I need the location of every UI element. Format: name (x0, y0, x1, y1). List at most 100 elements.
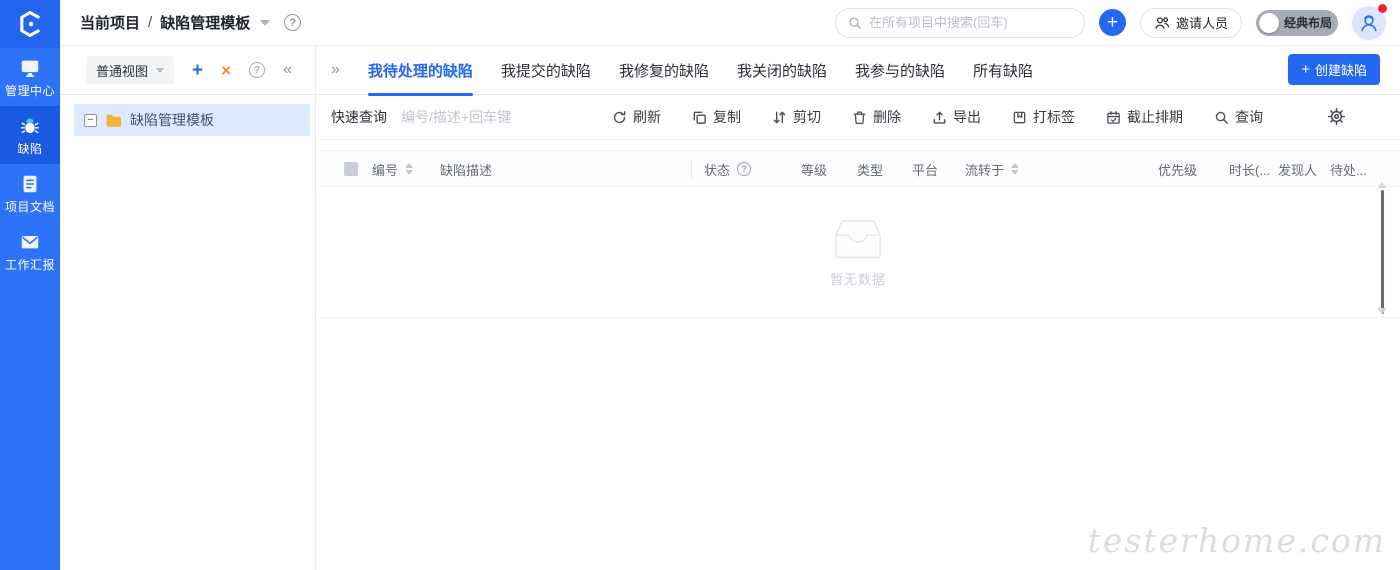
add-view-button[interactable]: + (192, 61, 203, 80)
document-icon (19, 173, 41, 195)
main-sidebar: 管理中心 缺陷 项目文档 工作汇报 (0, 0, 60, 570)
global-add-button[interactable]: + (1098, 9, 1126, 36)
column-header-assignee[interactable]: 待处... (1330, 151, 1367, 187)
select-all-checkbox[interactable] (344, 162, 358, 176)
tab-my-submitted-defects[interactable]: 我提交的缺陷 (501, 46, 591, 95)
column-header-status[interactable]: 状态 ? (704, 151, 752, 187)
global-search-input[interactable] (868, 15, 1072, 30)
panel-divider (315, 46, 316, 570)
tab-label: 我关闭的缺陷 (736, 62, 827, 80)
secondary-bar: 普通视图 + × ? « » 我待处理的缺陷 我提交的缺陷 我修复的缺陷 我关闭… (60, 46, 1400, 96)
mail-icon (19, 231, 41, 253)
classic-layout-toggle[interactable]: 经典布局 (1256, 9, 1338, 36)
tree-node-defect-template[interactable]: − 缺陷管理模板 (74, 104, 310, 136)
calendar-icon (1106, 110, 1121, 125)
monitor-icon (19, 57, 41, 79)
column-label: 缺陷描述 (440, 162, 493, 178)
sidebar-item-label: 管理中心 (4, 84, 55, 98)
column-header-id[interactable]: 编号 (372, 151, 414, 187)
scroll-down-arrow[interactable] (1377, 308, 1387, 314)
cut-icon (772, 110, 787, 125)
tab-all-defects[interactable]: 所有缺陷 (973, 46, 1033, 95)
expand-tabs-icon[interactable]: » (331, 62, 340, 78)
collapse-panel-icon[interactable]: « (283, 62, 292, 78)
app-logo[interactable] (0, 0, 60, 48)
top-header: 当前项目 / 缺陷管理模板 ? + 邀请人员 (60, 0, 1400, 46)
view-select[interactable]: 普通视图 (86, 56, 175, 84)
toggle-label: 经典布局 (1284, 16, 1333, 30)
search-icon (848, 16, 862, 30)
action-label: 截止排期 (1127, 109, 1183, 125)
empty-inbox-icon (832, 217, 884, 261)
watermark-text: testerhome.com (1087, 521, 1386, 560)
search-icon (1214, 110, 1229, 125)
refresh-button[interactable]: 刷新 (612, 107, 661, 127)
hexagon-c-logo-icon (16, 10, 44, 38)
sidebar-item-work-report[interactable]: 工作汇报 (0, 222, 60, 280)
cut-button[interactable]: 剪切 (772, 107, 821, 127)
breadcrumb-current[interactable]: 缺陷管理模板 (160, 12, 250, 33)
tab-my-pending-defects[interactable]: 我待处理的缺陷 (367, 46, 473, 96)
column-header-platform[interactable]: 平台 (912, 151, 938, 187)
defect-toolbar: 快速查询 刷新 复制 (316, 95, 1400, 140)
column-header-priority[interactable]: 优先级 (1158, 151, 1197, 187)
column-header-type[interactable]: 类型 (857, 151, 883, 187)
copy-button[interactable]: 复制 (692, 107, 741, 127)
notification-dot (1378, 3, 1387, 13)
action-label: 剪切 (793, 109, 821, 125)
delete-button[interactable]: 删除 (852, 107, 901, 127)
column-header-reporter[interactable]: 发现人 (1278, 151, 1317, 187)
invite-members-button[interactable]: 邀请人员 (1139, 7, 1242, 38)
tab-my-closed-defects[interactable]: 我关闭的缺陷 (737, 46, 827, 95)
export-button[interactable]: 导出 (932, 107, 981, 127)
view-select-value: 普通视图 (96, 63, 149, 79)
column-header-severity[interactable]: 等级 (801, 151, 827, 187)
help-icon[interactable]: ? (284, 14, 302, 31)
sort-icon[interactable] (405, 163, 414, 175)
column-label: 优先级 (1158, 162, 1198, 178)
tab-label: 我参与的缺陷 (854, 62, 945, 80)
column-label: 等级 (801, 162, 828, 178)
create-defect-button[interactable]: + 创建缺陷 (1288, 54, 1380, 85)
collapse-node-icon[interactable]: − (84, 113, 97, 127)
tab-my-involved-defects[interactable]: 我参与的缺陷 (855, 46, 945, 95)
global-search[interactable] (834, 7, 1085, 38)
status-help-icon[interactable]: ? (737, 162, 752, 176)
tag-icon (1012, 110, 1027, 125)
action-label: 复制 (713, 109, 741, 125)
sidebar-item-label: 项目文档 (4, 200, 55, 214)
tag-button[interactable]: 打标签 (1012, 107, 1075, 127)
scroll-up-arrow[interactable] (1377, 182, 1387, 188)
column-header-duration[interactable]: 时长(... (1229, 151, 1270, 187)
column-divider (691, 159, 692, 180)
breadcrumb-root[interactable]: 当前项目 (80, 12, 140, 33)
trash-icon (852, 110, 867, 125)
sidebar-item-label: 工作汇报 (4, 258, 55, 272)
vertical-scrollbar[interactable] (1381, 190, 1384, 314)
action-label: 删除 (873, 109, 901, 125)
breadcrumb: 当前项目 / 缺陷管理模板 ? (80, 12, 302, 33)
sidebar-item-defects[interactable]: 缺陷 (0, 106, 60, 164)
sidebar-item-admin-center[interactable]: 管理中心 (0, 48, 60, 106)
gear-icon[interactable] (1327, 107, 1346, 126)
chevron-down-icon[interactable] (260, 19, 271, 26)
action-label: 导出 (953, 109, 981, 125)
close-view-button[interactable]: × (221, 62, 231, 79)
quick-query-input[interactable] (401, 109, 536, 125)
sidebar-item-label: 缺陷 (17, 142, 43, 156)
tree-node-label: 缺陷管理模板 (130, 112, 214, 128)
explorer-help-icon[interactable]: ? (249, 62, 266, 78)
tab-my-fixed-defects[interactable]: 我修复的缺陷 (619, 46, 709, 95)
query-button[interactable]: 查询 (1214, 107, 1263, 127)
deadline-button[interactable]: 截止排期 (1106, 107, 1183, 127)
column-header-flow[interactable]: 流转于 (965, 151, 1020, 187)
sidebar-item-project-docs[interactable]: 项目文档 (0, 164, 60, 222)
column-header-description[interactable]: 缺陷描述 (440, 151, 492, 187)
explorer-controls: 普通视图 + × ? « (60, 46, 315, 94)
sort-icon[interactable] (1011, 163, 1020, 175)
defect-tabs: » 我待处理的缺陷 我提交的缺陷 我修复的缺陷 我关闭的缺陷 我参与的缺陷 所有… (315, 46, 1400, 96)
column-label: 编号 (372, 162, 399, 178)
empty-state-label: 暂无数据 (829, 271, 886, 287)
create-defect-label: 创建缺陷 (1314, 63, 1367, 78)
tab-label: 我待处理的缺陷 (367, 62, 473, 80)
